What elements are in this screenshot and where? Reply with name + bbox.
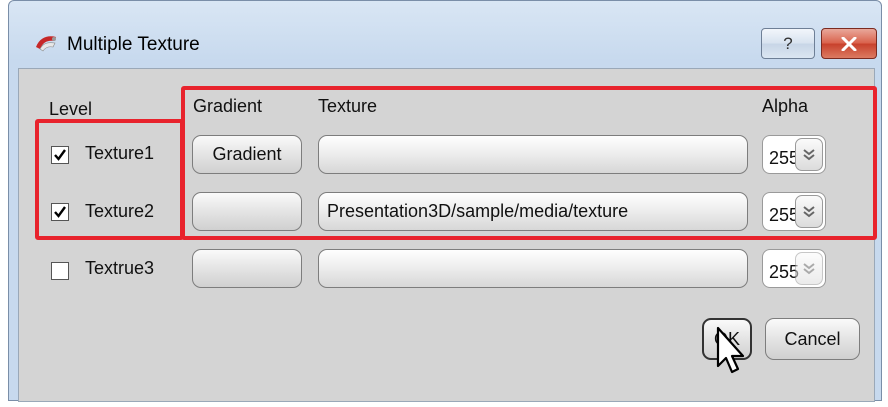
texture3-alpha-spinner[interactable]: 255 bbox=[762, 249, 826, 288]
close-icon bbox=[841, 36, 857, 51]
texture3-checkbox[interactable] bbox=[51, 262, 69, 280]
help-button[interactable]: ? bbox=[761, 28, 815, 59]
texture3-path-field[interactable] bbox=[318, 249, 748, 288]
double-chevron-down-icon[interactable] bbox=[795, 252, 823, 285]
title-bar[interactable]: Multiple Texture ? bbox=[9, 1, 881, 63]
close-button[interactable] bbox=[821, 28, 877, 59]
settings-highlight-box bbox=[181, 86, 877, 240]
header-level: Level bbox=[49, 99, 93, 119]
level-highlight-box bbox=[35, 119, 184, 240]
texture3-label: Textrue3 bbox=[85, 258, 155, 278]
help-icon: ? bbox=[783, 33, 793, 53]
cancel-button[interactable]: Cancel bbox=[765, 318, 860, 360]
paint-swatch-icon bbox=[36, 36, 56, 52]
mouse-pointer-icon bbox=[716, 326, 745, 374]
window-title: Multiple Texture bbox=[67, 34, 200, 55]
texture3-gradient-button[interactable] bbox=[192, 249, 302, 288]
